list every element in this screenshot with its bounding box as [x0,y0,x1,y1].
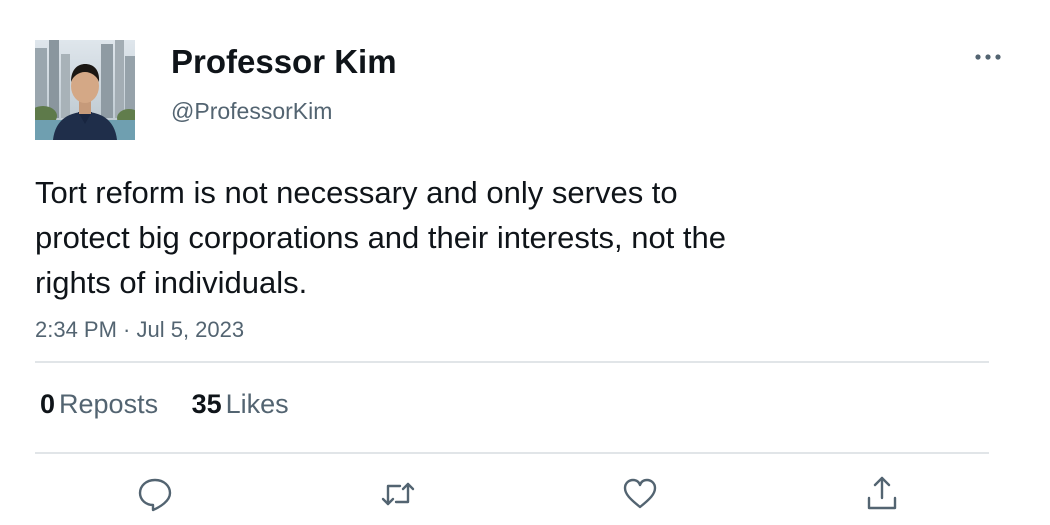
more-options-button[interactable] [968,44,1008,70]
tweet-card: Professor Kim @ProfessorKim Tort reform … [0,0,1050,525]
reposts-count: 0 [40,389,56,419]
engagement-stats: 0 Reposts 35 Likes [40,387,315,421]
divider [35,361,989,363]
more-horizontal-icon [975,54,1001,60]
tweet-timestamp[interactable]: 2:34 PM · Jul 5, 2023 [35,315,244,345]
tweet-text: Tort reform is not necessary and only se… [35,175,727,300]
heart-icon [623,478,657,509]
reposts-label: Reposts [59,389,159,419]
repost-button[interactable] [378,474,418,514]
author-handle[interactable]: @ProfessorKim [171,96,332,126]
share-icon [867,476,897,510]
reposts-stat[interactable]: 0 Reposts [40,387,158,421]
avatar-image [35,40,135,140]
divider [35,452,989,454]
author-display-name[interactable]: Professor Kim [171,42,397,82]
avatar[interactable] [35,40,135,140]
likes-label: Likes [225,389,289,419]
likes-count: 35 [191,389,222,419]
repost-icon [381,482,415,506]
reply-icon [138,478,172,512]
reply-button[interactable] [135,474,175,514]
like-button[interactable] [620,474,660,514]
share-button[interactable] [862,474,902,514]
likes-stat[interactable]: 35 Likes [192,387,289,421]
